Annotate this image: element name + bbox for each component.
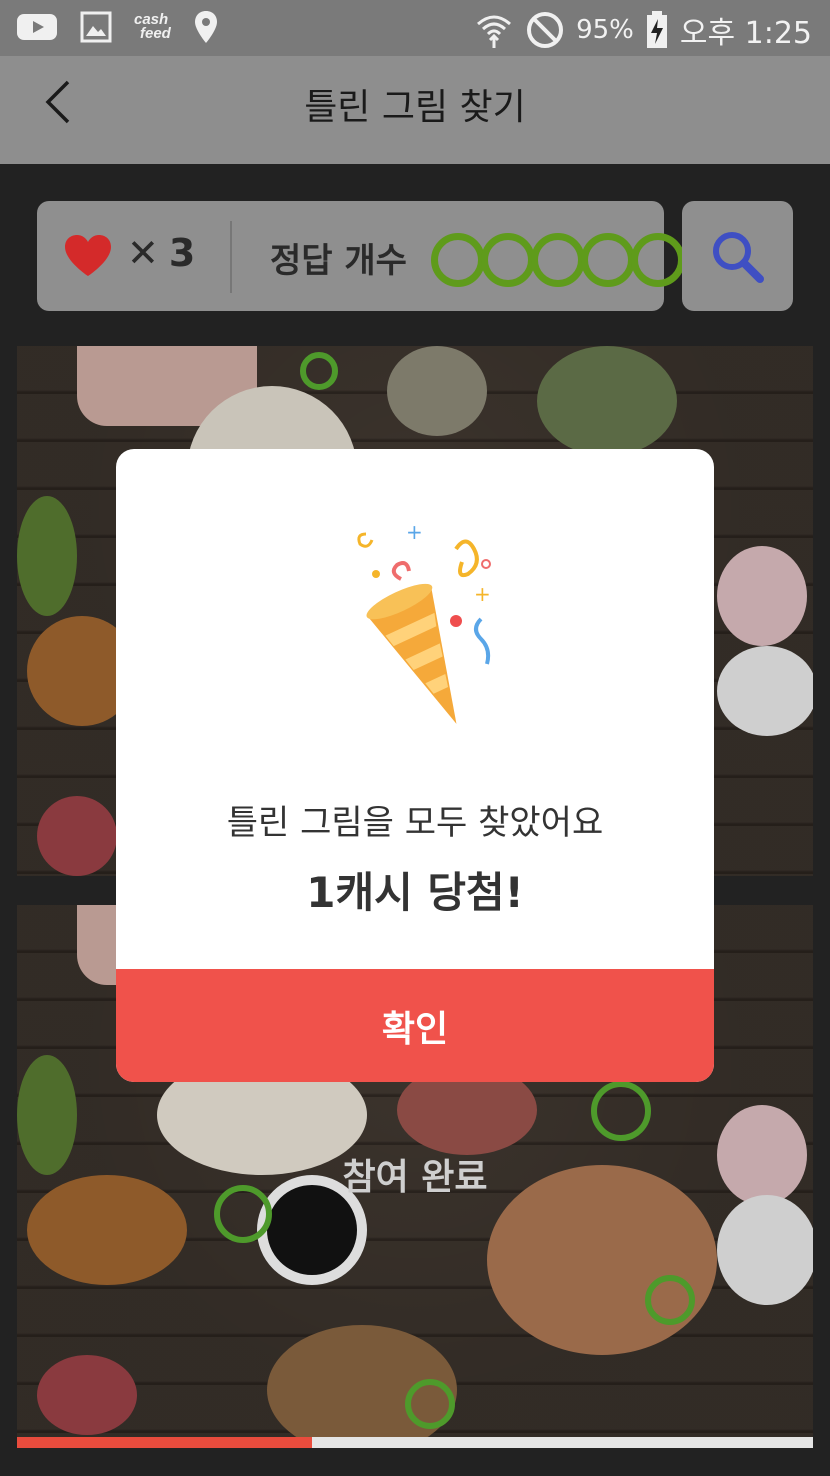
game-status-panel: ✕ 3 정답 개수 <box>37 201 685 311</box>
tulip <box>717 546 807 646</box>
heart-icon <box>65 235 111 276</box>
answer-indicator <box>431 233 485 287</box>
time-progress-fill <box>17 1437 312 1448</box>
answer-count-label: 정답 개수 <box>270 241 407 281</box>
confirm-button[interactable]: 확인 <box>116 969 714 1082</box>
found-difference-marker <box>645 1275 695 1325</box>
location-icon <box>194 11 217 43</box>
juice-glass <box>37 1355 137 1435</box>
found-difference-marker <box>300 352 338 390</box>
gallery-icon <box>80 11 112 43</box>
cashfeed-icon: cash feed <box>134 11 171 42</box>
battery-percent: 95% <box>576 15 634 45</box>
lives-multiplier: ✕ <box>127 231 159 275</box>
battery-charging-icon <box>646 11 667 48</box>
search-icon <box>713 232 764 283</box>
hint-search-button[interactable] <box>682 201 793 311</box>
salad-plate <box>537 346 677 456</box>
svg-text:+: + <box>406 520 423 544</box>
success-dialog: + + 틀린 그림을 모두 찾았어요 1캐시 당첨! 확인 <box>116 449 714 1082</box>
found-difference-marker <box>405 1379 455 1429</box>
lives-count: 3 <box>168 231 196 275</box>
status-bar: cash feed 95% 오후 1:25 <box>0 0 830 56</box>
lives-counter: ✕ 3 <box>127 231 195 275</box>
youtube-icon <box>17 14 57 40</box>
svg-text:+: + <box>474 582 491 606</box>
divider <box>230 221 232 293</box>
time-progress-bar <box>17 1437 813 1448</box>
clock: 오후 1:25 <box>679 16 812 51</box>
juice-glass <box>37 796 117 876</box>
answer-indicator <box>581 233 635 287</box>
answer-indicator <box>531 233 585 287</box>
party-popper-icon: + + <box>357 520 491 724</box>
pitcher <box>717 1195 813 1305</box>
water-glass <box>387 346 487 436</box>
app-header: 틀린 그림 찾기 <box>0 56 830 164</box>
avocado <box>17 496 77 616</box>
pitcher <box>717 646 813 736</box>
wifi-icon <box>477 15 512 48</box>
answer-indicator <box>631 233 685 287</box>
found-difference-marker <box>591 1081 651 1141</box>
do-not-disturb-icon <box>527 12 564 48</box>
participation-complete-label: 참여 완료 <box>342 1157 488 1198</box>
dialog-message: 틀린 그림을 모두 찾았어요 <box>226 803 604 843</box>
page-title: 틀린 그림 찾기 <box>304 87 526 128</box>
answer-indicators <box>431 233 685 287</box>
answer-indicator <box>481 233 535 287</box>
dialog-prize: 1캐시 당첨! <box>306 868 524 917</box>
